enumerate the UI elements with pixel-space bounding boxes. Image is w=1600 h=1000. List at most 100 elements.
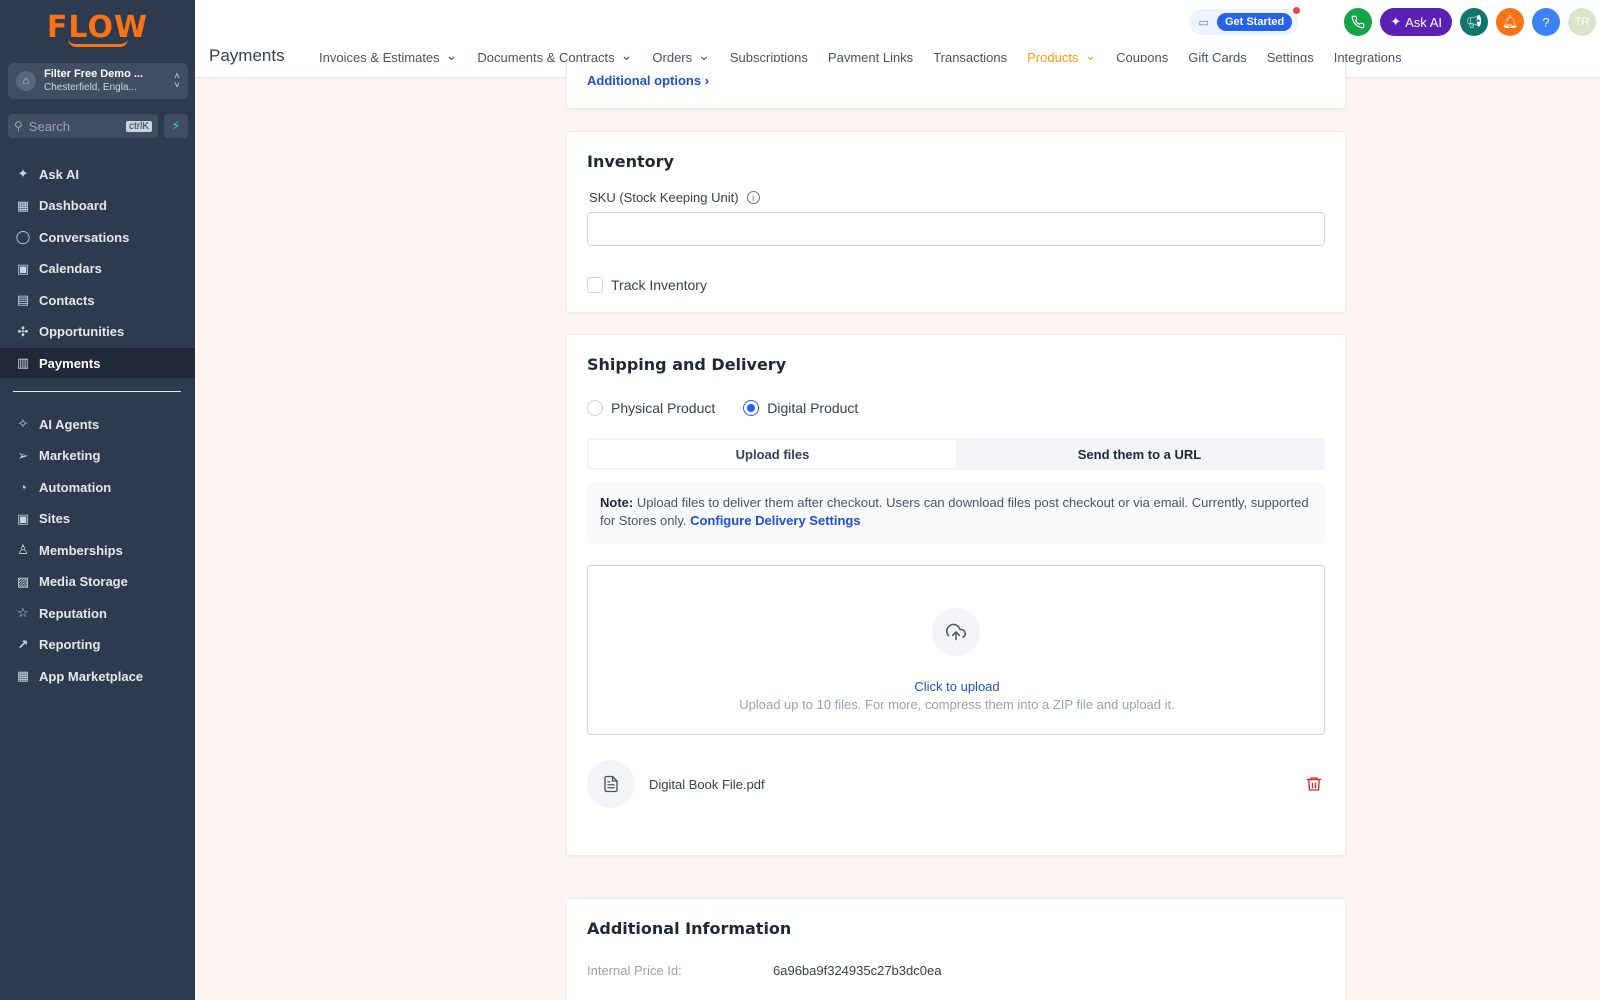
physical-product-radio[interactable] [587, 400, 603, 416]
notifications-button[interactable]: 🔔︎ [1496, 8, 1524, 36]
bell-icon: 🔔︎ [1501, 14, 1519, 29]
search-placeholder: Search [28, 118, 70, 134]
sidebar-item-label: Calendars [39, 261, 102, 276]
send-icon: ➢ [17, 447, 29, 463]
physical-product-label[interactable]: Physical Product [611, 400, 715, 416]
sidebar-item-dashboard[interactable]: ▦ Dashboard [0, 191, 195, 221]
click-to-upload-link[interactable]: Click to upload [588, 679, 1326, 694]
contacts-icon: ▤ [16, 292, 30, 307]
sidebar: FLOW ⌂ Filter Free Demo ... Chesterfield… [0, 0, 195, 1000]
sidebar-item-media-storage[interactable]: ▨ Media Storage [0, 567, 195, 597]
sparkle-icon: ✦ [17, 166, 29, 181]
chevron-updown-icon: ˄ ˅ [174, 71, 180, 91]
sidebar-item-label: Contacts [39, 292, 95, 308]
send-url-tab[interactable]: Send them to a URL [956, 440, 1323, 468]
sidebar-item-calendars[interactable]: ▣ Calendars [0, 254, 195, 284]
dashboard-icon: ▦ [16, 197, 30, 213]
help-button[interactable]: ? [1532, 8, 1560, 36]
sidebar-item-marketing[interactable]: ➢ Marketing [0, 441, 195, 471]
info-icon[interactable]: i [746, 191, 760, 204]
price-id-label: Internal Price Id: [587, 963, 682, 978]
notification-dot [1293, 7, 1301, 14]
search-shortcut: ctrlK [126, 120, 152, 132]
sidebar-divider [13, 391, 181, 392]
announcements-button[interactable]: 📢︎ [1460, 8, 1488, 36]
sidebar-item-reporting[interactable]: ↗ Reporting [0, 630, 195, 660]
track-inventory-row[interactable]: Track Inventory [587, 277, 707, 293]
sidebar-item-reputation[interactable]: ☆ Reputation [0, 598, 195, 628]
sidebar-item-label: Opportunities [39, 324, 125, 339]
membership-icon: ♙ [17, 542, 29, 557]
sidebar-item-label: Memberships [39, 542, 123, 558]
digital-product-label[interactable]: Digital Product [767, 400, 858, 416]
digital-product-radio[interactable] [743, 400, 760, 416]
image-icon: ▨ [16, 573, 30, 589]
quick-action-bolt-icon[interactable]: ⚡ [164, 114, 188, 138]
sidebar-item-ai-agents[interactable]: ✧ AI Agents [0, 409, 195, 439]
megaphone-icon: 📢︎ [1465, 14, 1483, 29]
sidebar-item-conversations[interactable]: ◯ Conversations [0, 222, 195, 252]
logo-text: FLOW [46, 10, 149, 45]
delivery-method-toggle: Upload files Send them to a URL [587, 438, 1325, 470]
inventory-title: Inventory [587, 152, 674, 171]
configure-delivery-link[interactable]: Configure Delivery Settings [690, 513, 860, 528]
price-id-value: 6a96ba9f324935c27b3dc0ea [773, 963, 942, 978]
pricing-card: Additional options › [566, 62, 1346, 109]
uploaded-file-row: Digital Book File.pdf [587, 760, 1325, 808]
chat-icon: ◯ [15, 229, 31, 244]
get-started-pill[interactable]: ▭ Get Started [1188, 7, 1301, 35]
sidebar-item-sites[interactable]: ▣ Sites [0, 504, 195, 534]
track-inventory-checkbox[interactable] [587, 277, 603, 293]
account-switcher[interactable]: ⌂ Filter Free Demo ... Chesterfield, Eng… [8, 63, 188, 99]
top-actions: ▭ Get Started ✦ Ask AI 📢︎ 🔔︎ ? TR [1188, 7, 1600, 36]
sku-label: SKU (Stock Keeping Unit) i [589, 190, 760, 205]
upload-cloud-icon [932, 608, 980, 656]
product-type-radios: Physical Product Digital Product [587, 400, 858, 416]
sidebar-item-payments[interactable]: ▥ Payments [0, 348, 195, 378]
tab-invoices-estimates[interactable]: Invoices & Estimates ⌄ [309, 43, 467, 77]
account-name: Filter Free Demo ... [44, 68, 144, 80]
chevron-down-icon: ⌄ [445, 47, 458, 63]
tab-label: Invoices & Estimates [319, 50, 440, 65]
trend-icon: ↗ [17, 636, 29, 652]
upload-dropzone[interactable]: Click to upload Upload up to 10 files. F… [587, 565, 1325, 735]
sidebar-item-app-marketplace[interactable]: ▦ App Marketplace [0, 661, 195, 691]
page-title: Payments [209, 46, 285, 65]
upload-files-tab[interactable]: Upload files [589, 440, 956, 468]
sidebar-item-contacts[interactable]: ▤ Contacts [0, 285, 195, 315]
chevron-down-icon: ⌄ [1084, 47, 1097, 63]
search-icon: ⚲ [14, 119, 23, 133]
trash-icon[interactable] [1305, 775, 1323, 793]
apps-icon: ▦ [16, 668, 30, 683]
card-icon: ▭ [1198, 16, 1209, 29]
track-inventory-label: Track Inventory [611, 277, 707, 293]
calendar-icon: ▣ [16, 260, 30, 276]
ask-ai-label: Ask AI [1405, 14, 1442, 30]
ask-ai-button[interactable]: ✦ Ask AI [1380, 8, 1452, 36]
price-id-row: Internal Price Id: 6a96ba9f324935c27b3dc… [587, 963, 941, 978]
delivery-note: Note: Upload files to deliver them after… [587, 482, 1325, 544]
sidebar-item-label: AI Agents [39, 416, 100, 432]
sidebar-item-label: Conversations [39, 229, 130, 245]
sidebar-item-ask-ai[interactable]: ✦ Ask AI [0, 159, 195, 189]
note-prefix: Note: [600, 495, 634, 510]
payments-icon: ▥ [16, 355, 30, 370]
sidebar-item-memberships[interactable]: ♙ Memberships [0, 535, 195, 565]
account-location: Chesterfield, Engla... [44, 82, 137, 93]
search-input[interactable]: ⚲ Search ctrlK [8, 114, 158, 138]
sidebar-item-label: Payments [39, 355, 101, 371]
shipping-title: Shipping and Delivery [587, 355, 787, 374]
sidebar-item-label: Automation [39, 479, 112, 495]
sites-icon: ▣ [16, 510, 30, 526]
phone-button[interactable] [1344, 8, 1373, 36]
get-started-button[interactable]: Get Started [1216, 13, 1293, 31]
sidebar-item-automation[interactable]: ◔ Automation [0, 472, 195, 502]
brand-logo[interactable]: FLOW [0, 10, 195, 47]
sku-input[interactable] [587, 212, 1325, 246]
sidebar-item-opportunities[interactable]: ✣ Opportunities [0, 317, 195, 347]
avatar[interactable]: TR [1568, 8, 1596, 36]
opportunities-icon: ✣ [17, 323, 29, 339]
additional-options-link[interactable]: Additional options › [587, 73, 709, 88]
sidebar-item-label: Ask AI [39, 166, 79, 182]
sidebar-item-label: Dashboard [39, 198, 107, 213]
